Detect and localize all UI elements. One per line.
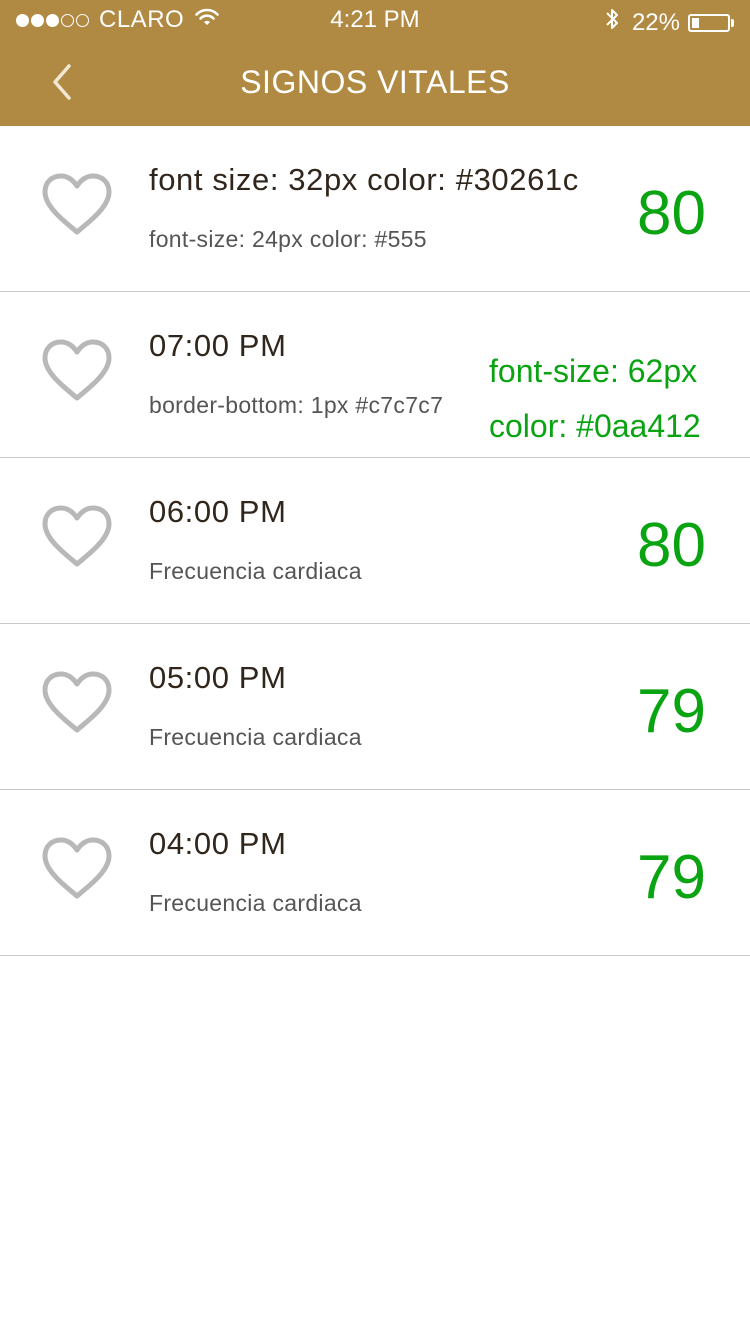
row-title: 06:00 PM bbox=[149, 494, 287, 529]
status-bar: CLARO 4:21 PM 22% bbox=[0, 0, 750, 40]
battery-tip bbox=[731, 18, 734, 27]
heart-icon bbox=[40, 836, 114, 902]
row-value-note: font-size: 62px color: #0aa412 bbox=[489, 344, 701, 454]
row-subtitle: Frecuencia cardiaca bbox=[149, 558, 362, 584]
list-item[interactable]: 04:00 PM Frecuencia cardiaca 79 bbox=[0, 790, 750, 956]
row-value: 80 bbox=[637, 511, 706, 580]
row-title: 05:00 PM bbox=[149, 660, 287, 695]
value-note-font-size: font-size: 62px bbox=[489, 353, 698, 389]
list-item[interactable]: 06:00 PM Frecuencia cardiaca 80 bbox=[0, 458, 750, 624]
value-note-color: color: #0aa412 bbox=[489, 408, 701, 444]
row-subtitle: Frecuencia cardiaca bbox=[149, 724, 362, 750]
row-subtitle: border-bottom: 1px #c7c7c7 bbox=[149, 392, 444, 418]
heart-icon bbox=[40, 670, 114, 736]
battery-icon bbox=[688, 13, 730, 32]
status-right: 22% bbox=[604, 6, 734, 39]
row-subtitle: Frecuencia cardiaca bbox=[149, 890, 362, 916]
heart-icon bbox=[40, 338, 114, 404]
header: CLARO 4:21 PM 22% SIGNOS VITALES bbox=[0, 0, 750, 126]
page-title: SIGNOS VITALES bbox=[240, 64, 510, 100]
battery-level bbox=[692, 17, 700, 28]
heart-icon bbox=[40, 172, 114, 238]
row-value: 80 bbox=[637, 179, 706, 248]
row-title: font size: 32px color: #30261c bbox=[149, 162, 579, 197]
row-subtitle: font-size: 24px color: #555 bbox=[149, 226, 427, 252]
vitals-list: font size: 32px color: #30261c font-size… bbox=[0, 126, 750, 956]
bluetooth-icon bbox=[604, 6, 620, 39]
row-value: 79 bbox=[637, 843, 706, 912]
row-title: 04:00 PM bbox=[149, 826, 287, 861]
list-item[interactable]: 07:00 PM border-bottom: 1px #c7c7c7 font… bbox=[0, 292, 750, 458]
list-item[interactable]: font size: 32px color: #30261c font-size… bbox=[0, 126, 750, 292]
heart-icon bbox=[40, 504, 114, 570]
battery-percent: 22% bbox=[631, 8, 680, 36]
row-value: 79 bbox=[637, 677, 706, 746]
row-title: 07:00 PM bbox=[149, 328, 287, 363]
list-item[interactable]: 05:00 PM Frecuencia cardiaca 79 bbox=[0, 624, 750, 790]
